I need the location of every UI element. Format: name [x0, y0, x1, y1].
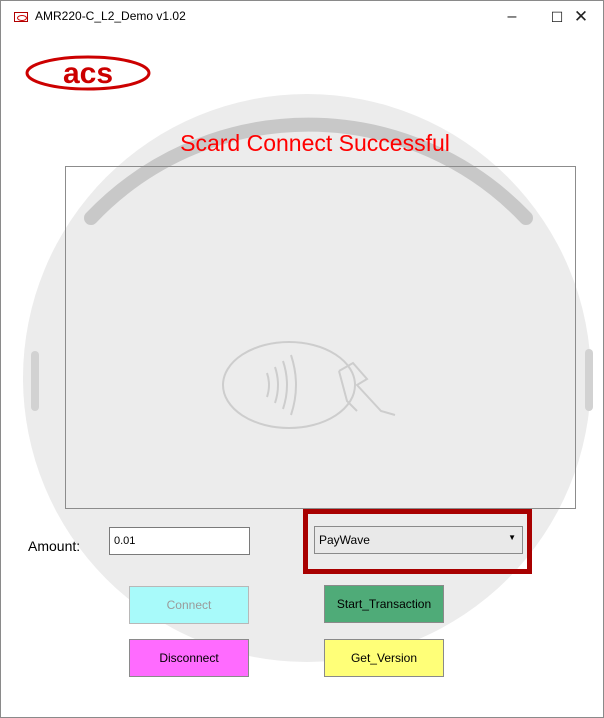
start-transaction-button[interactable]: Start_Transaction — [324, 585, 444, 623]
svg-text:acs: acs — [63, 57, 113, 90]
app-window: AMR220-C_L2_Demo v1.02 – ☐ ✕ acs Scard C… — [0, 0, 604, 718]
disconnect-button[interactable]: Disconnect — [129, 639, 249, 677]
app-icon — [14, 12, 28, 22]
acs-logo: acs — [25, 55, 151, 91]
get-version-button[interactable]: Get_Version — [324, 639, 444, 677]
connect-button[interactable]: Connect — [129, 586, 249, 624]
amount-label: Amount: — [28, 538, 81, 554]
card-type-selected: PayWave — [319, 533, 370, 547]
client-area: acs Scard Connect Successful Amount: Pay… — [1, 33, 603, 717]
status-message: Scard Connect Successful — [180, 130, 450, 156]
card-display-area — [65, 166, 576, 509]
card-type-select[interactable]: PayWave ▼ — [314, 526, 523, 554]
close-button[interactable]: ✕ — [558, 1, 603, 33]
amount-input[interactable] — [109, 527, 250, 555]
window-title: AMR220-C_L2_Demo v1.02 — [35, 9, 186, 23]
chevron-down-icon: ▼ — [508, 533, 516, 542]
title-bar: AMR220-C_L2_Demo v1.02 – ☐ ✕ — [1, 1, 603, 33]
minimize-button[interactable]: – — [489, 1, 535, 33]
